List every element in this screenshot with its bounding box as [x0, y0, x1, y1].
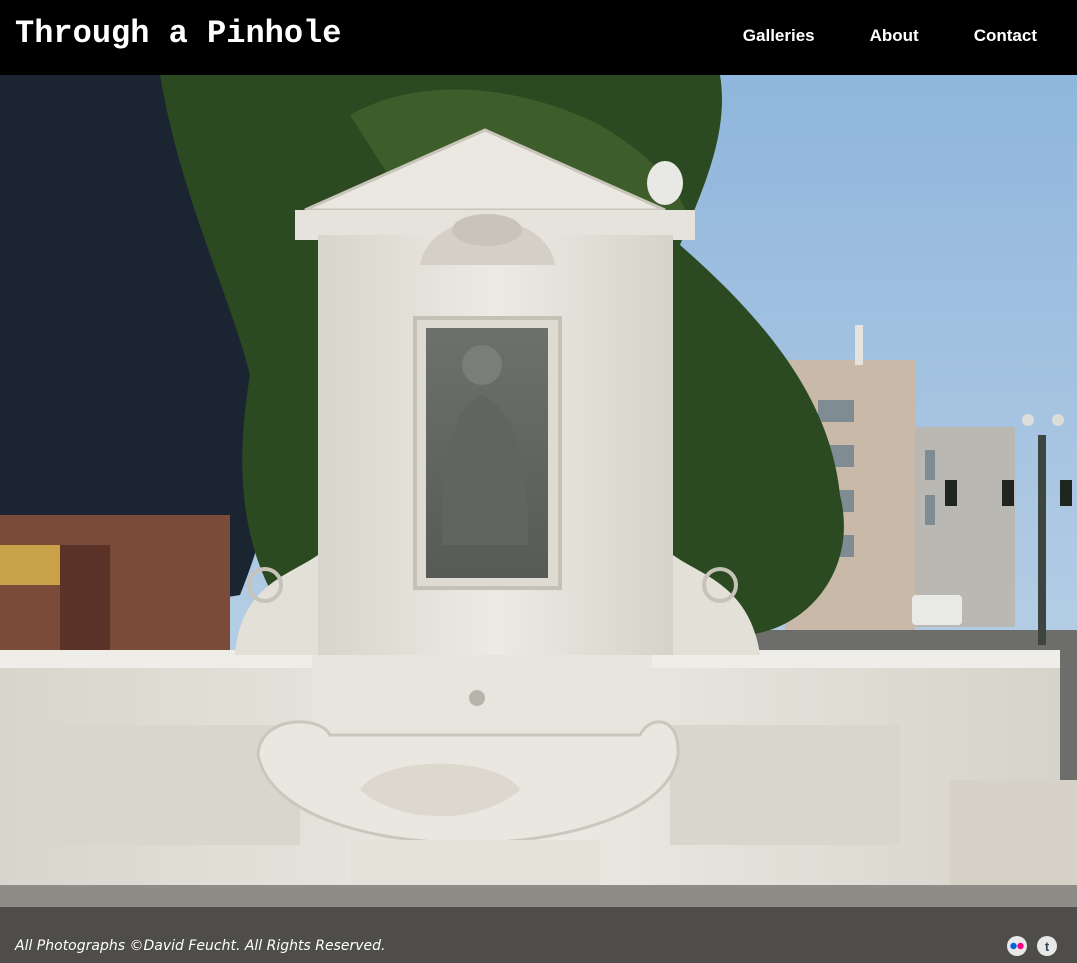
flickr-icon[interactable] — [1007, 936, 1027, 956]
site-footer: All Photographs ©David Feucht. All Right… — [0, 907, 1077, 963]
tumblr-glyph: t — [1044, 938, 1050, 954]
site-header: Through a Pinhole Galleries About Contac… — [0, 0, 1077, 75]
fountain-photo-illustration — [0, 75, 1077, 963]
nav-galleries-link[interactable]: Galleries — [743, 26, 815, 46]
main-nav: Galleries About Contact — [743, 26, 1037, 46]
site-title[interactable]: Through a Pinhole — [15, 14, 341, 54]
nav-about-link[interactable]: About — [870, 26, 919, 46]
copyright-text: All Photographs ©David Feucht. All Right… — [15, 938, 386, 954]
hero-photo — [0, 75, 1077, 963]
tumblr-icon[interactable]: t — [1037, 936, 1057, 956]
nav-contact-link[interactable]: Contact — [974, 26, 1037, 46]
social-links: t — [1007, 936, 1057, 956]
